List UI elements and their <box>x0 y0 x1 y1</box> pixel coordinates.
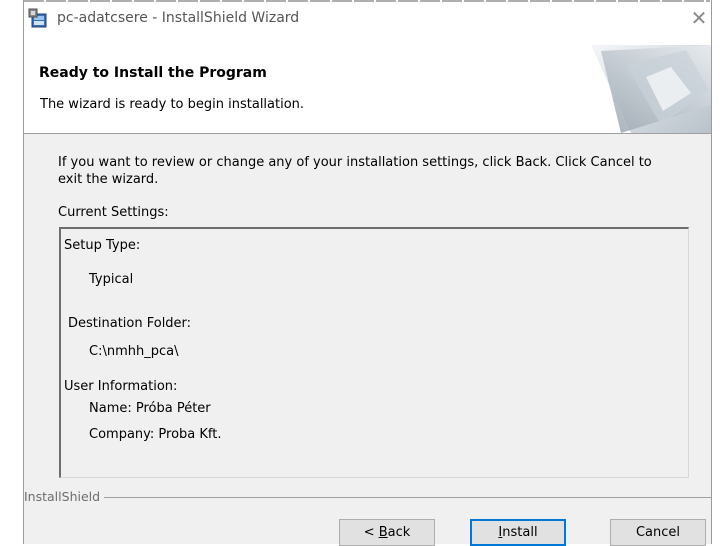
cancel-button[interactable]: Cancel <box>610 519 706 546</box>
user-name-value: Name: Próba Péter <box>89 401 211 416</box>
window-border-right <box>711 0 712 544</box>
footer-divider <box>24 497 711 498</box>
header-banner: Ready to Install the Program The wizard … <box>24 35 711 134</box>
window-title: pc-adatcsere - InstallShield Wizard <box>57 10 300 26</box>
install-button-rest: nstall <box>502 525 538 540</box>
back-button-mnemonic: B <box>378 525 388 540</box>
banner-decoration-graphic <box>591 45 711 133</box>
title-bar[interactable]: pc-adatcsere - InstallShield Wizard ✕ <box>24 2 711 35</box>
intro-instructions: If you want to review or change any of y… <box>58 154 698 188</box>
installer-icon <box>28 8 50 30</box>
page-title: Ready to Install the Program <box>39 65 267 81</box>
intro-line-1: If you want to review or change any of y… <box>58 155 652 170</box>
setup-type-value: Typical <box>89 272 134 287</box>
current-settings-label: Current Settings: <box>58 205 169 220</box>
installer-window: pc-adatcsere - InstallShield Wizard ✕ Re… <box>24 2 711 546</box>
company-value: Company: Proba Kft. <box>89 427 222 442</box>
destination-folder-label: Destination Folder: <box>68 316 192 331</box>
back-button[interactable]: < Back <box>339 519 435 546</box>
back-button-rest: ack <box>387 525 411 540</box>
close-icon[interactable]: ✕ <box>687 6 711 30</box>
back-button-prefix: < <box>363 525 379 540</box>
user-information-label: User Information: <box>64 379 178 394</box>
install-button[interactable]: Install <box>470 519 566 546</box>
setup-type-label: Setup Type: <box>64 238 141 253</box>
page-subtitle: The wizard is ready to begin installatio… <box>40 97 305 112</box>
current-settings-box[interactable]: Setup Type: Typical Destination Folder: … <box>59 227 689 478</box>
destination-folder-value: C:\nmhh_pca\ <box>89 344 179 359</box>
installshield-brand-label: InstallShield <box>24 489 105 504</box>
intro-line-2: exit the wizard. <box>58 172 159 187</box>
